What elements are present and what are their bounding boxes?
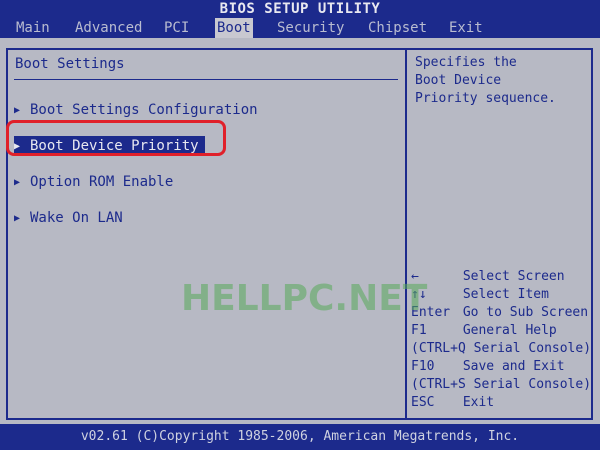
key-action: Go to Sub Screen: [462, 305, 589, 320]
key-legend: ← Select Screen ↑↓ Select Item Enter Go …: [411, 268, 593, 412]
key-legend-row: F1 General Help: [411, 322, 593, 340]
item-help-text: Specifies the Boot Device Priority seque…: [415, 55, 556, 106]
key-legend-row: Enter Go to Sub Screen: [411, 304, 593, 322]
key-name: (CTRL+Q: [411, 341, 466, 356]
key-name: F1: [411, 323, 427, 338]
key-action: Select Screen: [462, 269, 565, 284]
tab-security[interactable]: Security: [275, 18, 346, 38]
key-legend-row: (CTRL+S Serial Console): [411, 376, 593, 394]
key-name: (CTRL+S: [411, 377, 466, 392]
menu-item-label: Boot Device Priority: [30, 138, 199, 154]
tab-boot[interactable]: Boot: [215, 18, 253, 38]
key-name: Enter: [411, 305, 451, 320]
key-legend-row: (CTRL+Q Serial Console): [411, 340, 593, 358]
tab-chipset[interactable]: Chipset: [366, 18, 429, 38]
menu-item-boot-device-priority[interactable]: ▶ Boot Device Priority: [14, 136, 205, 156]
section-title: Boot Settings: [15, 56, 125, 72]
submenu-arrow-icon: ▶: [14, 105, 21, 116]
key-action: General Help: [462, 323, 557, 338]
key-name: F10: [411, 359, 435, 374]
key-name: ←: [411, 269, 419, 284]
tab-advanced[interactable]: Advanced: [73, 18, 144, 38]
help-panel: Specifies the Boot Device Priority seque…: [407, 48, 593, 420]
tab-exit[interactable]: Exit: [447, 18, 485, 38]
bios-screen: BIOS SETUP UTILITY Main Advanced PCI Boo…: [0, 0, 600, 450]
main-area: Boot Settings ▶ Boot Settings Configurati…: [0, 38, 600, 424]
menu-item-wake-on-lan[interactable]: ▶ Wake On LAN: [14, 208, 123, 228]
submenu-arrow-icon: ▶: [14, 177, 21, 188]
key-action: Save and Exit: [462, 359, 565, 374]
key-legend-row: F10 Save and Exit: [411, 358, 593, 376]
menu-item-label: Wake On LAN: [30, 210, 123, 226]
key-legend-row: ← Select Screen: [411, 268, 593, 286]
section-divider: [14, 79, 398, 80]
tab-main[interactable]: Main: [14, 18, 52, 38]
bios-title: BIOS SETUP UTILITY: [219, 1, 381, 17]
tab-pci[interactable]: PCI: [162, 18, 191, 38]
key-legend-row: ESC Exit: [411, 394, 593, 412]
menu-item-option-rom-enable[interactable]: ▶ Option ROM Enable: [14, 172, 173, 192]
key-action: Serial Console): [473, 341, 592, 356]
copyright-footer: v02.61 (C)Copyright 1985-2006, American …: [80, 429, 520, 444]
submenu-arrow-icon: ▶: [14, 141, 21, 152]
submenu-arrow-icon: ▶: [14, 213, 21, 224]
key-name: ESC: [411, 395, 435, 410]
boot-settings-panel: Boot Settings ▶ Boot Settings Configurati…: [6, 48, 407, 420]
key-action: Serial Console): [473, 377, 592, 392]
key-legend-row: ↑↓ Select Item: [411, 286, 593, 304]
menu-item-label: Option ROM Enable: [30, 174, 174, 190]
menu-bar: Main Advanced PCI Boot Security Chipset …: [0, 18, 600, 38]
menu-item-label: Boot Settings Configuration: [30, 102, 258, 118]
key-name: ↑↓: [411, 287, 427, 302]
key-action: Select Item: [462, 287, 549, 302]
key-action: Exit: [462, 395, 495, 410]
menu-item-boot-settings-configuration[interactable]: ▶ Boot Settings Configuration: [14, 100, 258, 120]
